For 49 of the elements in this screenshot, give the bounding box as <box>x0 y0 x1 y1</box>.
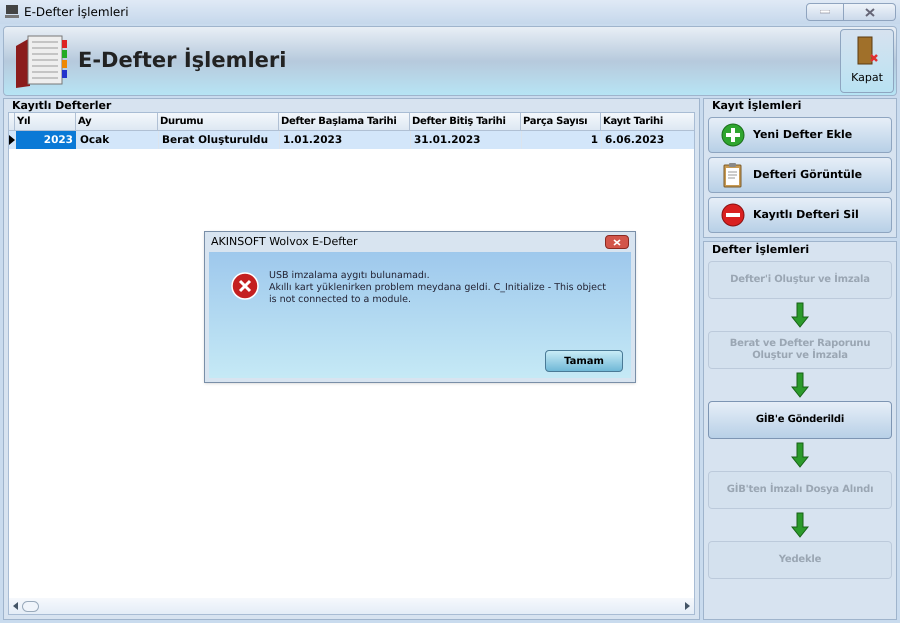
table-row[interactable]: 2023 Ocak Berat Oluşturuldu 1.01.2023 31.01.2023 1 6.06.2023 <box>9 131 694 149</box>
table-cell: 1.01.2023 <box>279 131 410 149</box>
down-arrow-icon <box>791 442 809 468</box>
panel-title: Defter İşlemleri <box>711 242 810 258</box>
scroll-left-icon <box>13 602 18 610</box>
window-title: E-Defter İşlemleri <box>24 4 129 21</box>
plus-icon <box>721 123 745 147</box>
dialog-close-button[interactable] <box>605 235 629 249</box>
column-header[interactable]: Parça Sayısı <box>520 113 600 130</box>
error-message: USB imzalama aygıtı bulunamadı. <box>269 270 431 282</box>
close-button[interactable] <box>844 3 896 21</box>
scroll-right-icon <box>685 602 690 610</box>
minimize-button[interactable] <box>806 3 844 21</box>
table-cell: Berat Oluşturuldu <box>158 131 279 149</box>
column-header[interactable]: Defter Başlama Tarihi <box>278 113 409 130</box>
scroll-thumb[interactable] <box>22 600 39 612</box>
table-cell: 6.06.2023 <box>601 131 695 149</box>
action-button[interactable]: Defteri Görüntüle <box>708 157 892 193</box>
panel-title: Kayıt İşlemleri <box>711 99 802 113</box>
computer-icon <box>4 4 20 20</box>
step-button[interactable]: GİB'e Gönderildi <box>708 401 892 439</box>
close-icon <box>613 238 621 246</box>
header-title: E-Defter İşlemleri <box>78 46 286 74</box>
close-icon <box>864 8 874 16</box>
down-arrow-icon <box>791 302 809 328</box>
horizontal-scrollbar[interactable] <box>9 598 694 614</box>
down-arrow-icon <box>791 372 809 398</box>
table-cell: 2023 <box>15 131 76 149</box>
panel-title: Kayıtlı Defterler <box>11 99 112 112</box>
table-cell: 1 <box>521 131 601 149</box>
minus-icon <box>721 203 745 227</box>
ok-button[interactable]: Tamam <box>545 350 623 372</box>
door-icon <box>855 36 879 66</box>
action-button[interactable]: Yeni Defter Ekle <box>708 117 892 153</box>
action-button[interactable]: Kayıtlı Defteri Sil <box>708 197 892 233</box>
exit-button[interactable]: Kapat <box>840 29 894 93</box>
down-arrow-icon <box>791 512 809 538</box>
column-header[interactable]: Ay <box>75 113 157 130</box>
error-icon <box>231 272 259 300</box>
column-header[interactable]: Defter Bitiş Tarihi <box>409 113 520 130</box>
table-cell: Ocak <box>76 131 158 149</box>
column-header[interactable]: Kayıt Tarihi <box>600 113 694 130</box>
minimize-icon <box>820 10 830 14</box>
error-message: Akıllı kart yüklenirken problem meydana geldi. C_Initialize - This object is not connected to a module. <box>269 282 607 306</box>
row-pointer-icon <box>9 135 15 145</box>
dialog-title: AKINSOFT Wolvox E-Defter <box>211 234 358 250</box>
column-header[interactable]: Durumu <box>157 113 278 130</box>
table-cell: 31.01.2023 <box>410 131 521 149</box>
column-header[interactable]: Yıl <box>14 113 75 130</box>
